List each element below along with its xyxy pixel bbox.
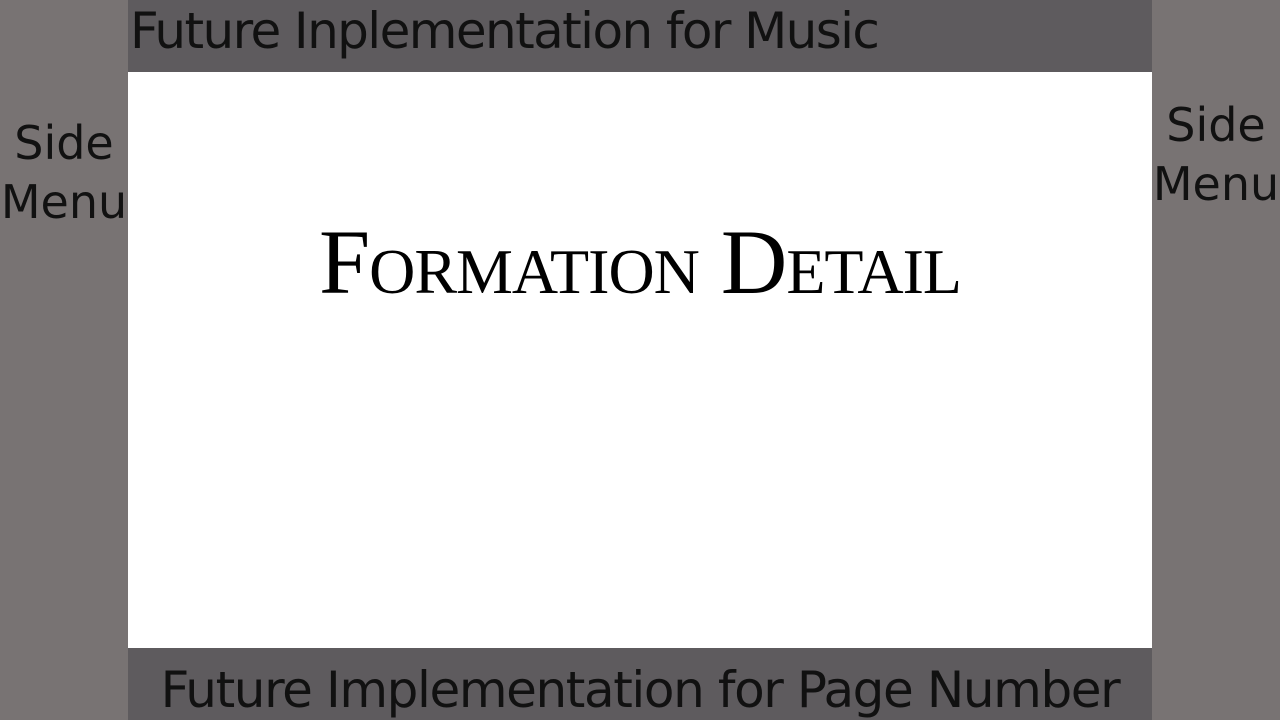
right-side-menu-label: SideMenu <box>1152 98 1280 211</box>
left-side-menu-label: SideMenu <box>0 116 128 229</box>
page-number-bar: Future Implementation for Page Number <box>128 648 1152 720</box>
right-side-menu[interactable]: SideMenu <box>1152 0 1280 720</box>
left-side-menu[interactable]: SideMenu <box>0 0 128 720</box>
page-title: Formation Detail <box>318 211 962 313</box>
main-content: Formation Detail <box>128 72 1152 648</box>
page-number-placeholder-text: Future Implementation for Page Number <box>160 661 1121 719</box>
music-bar[interactable]: Future Inplementation for Music <box>128 0 1152 72</box>
app-frame: SideMenu Future Inplementation for Music… <box>0 0 1280 720</box>
music-placeholder-text: Future Inplementation for Music <box>130 2 880 60</box>
